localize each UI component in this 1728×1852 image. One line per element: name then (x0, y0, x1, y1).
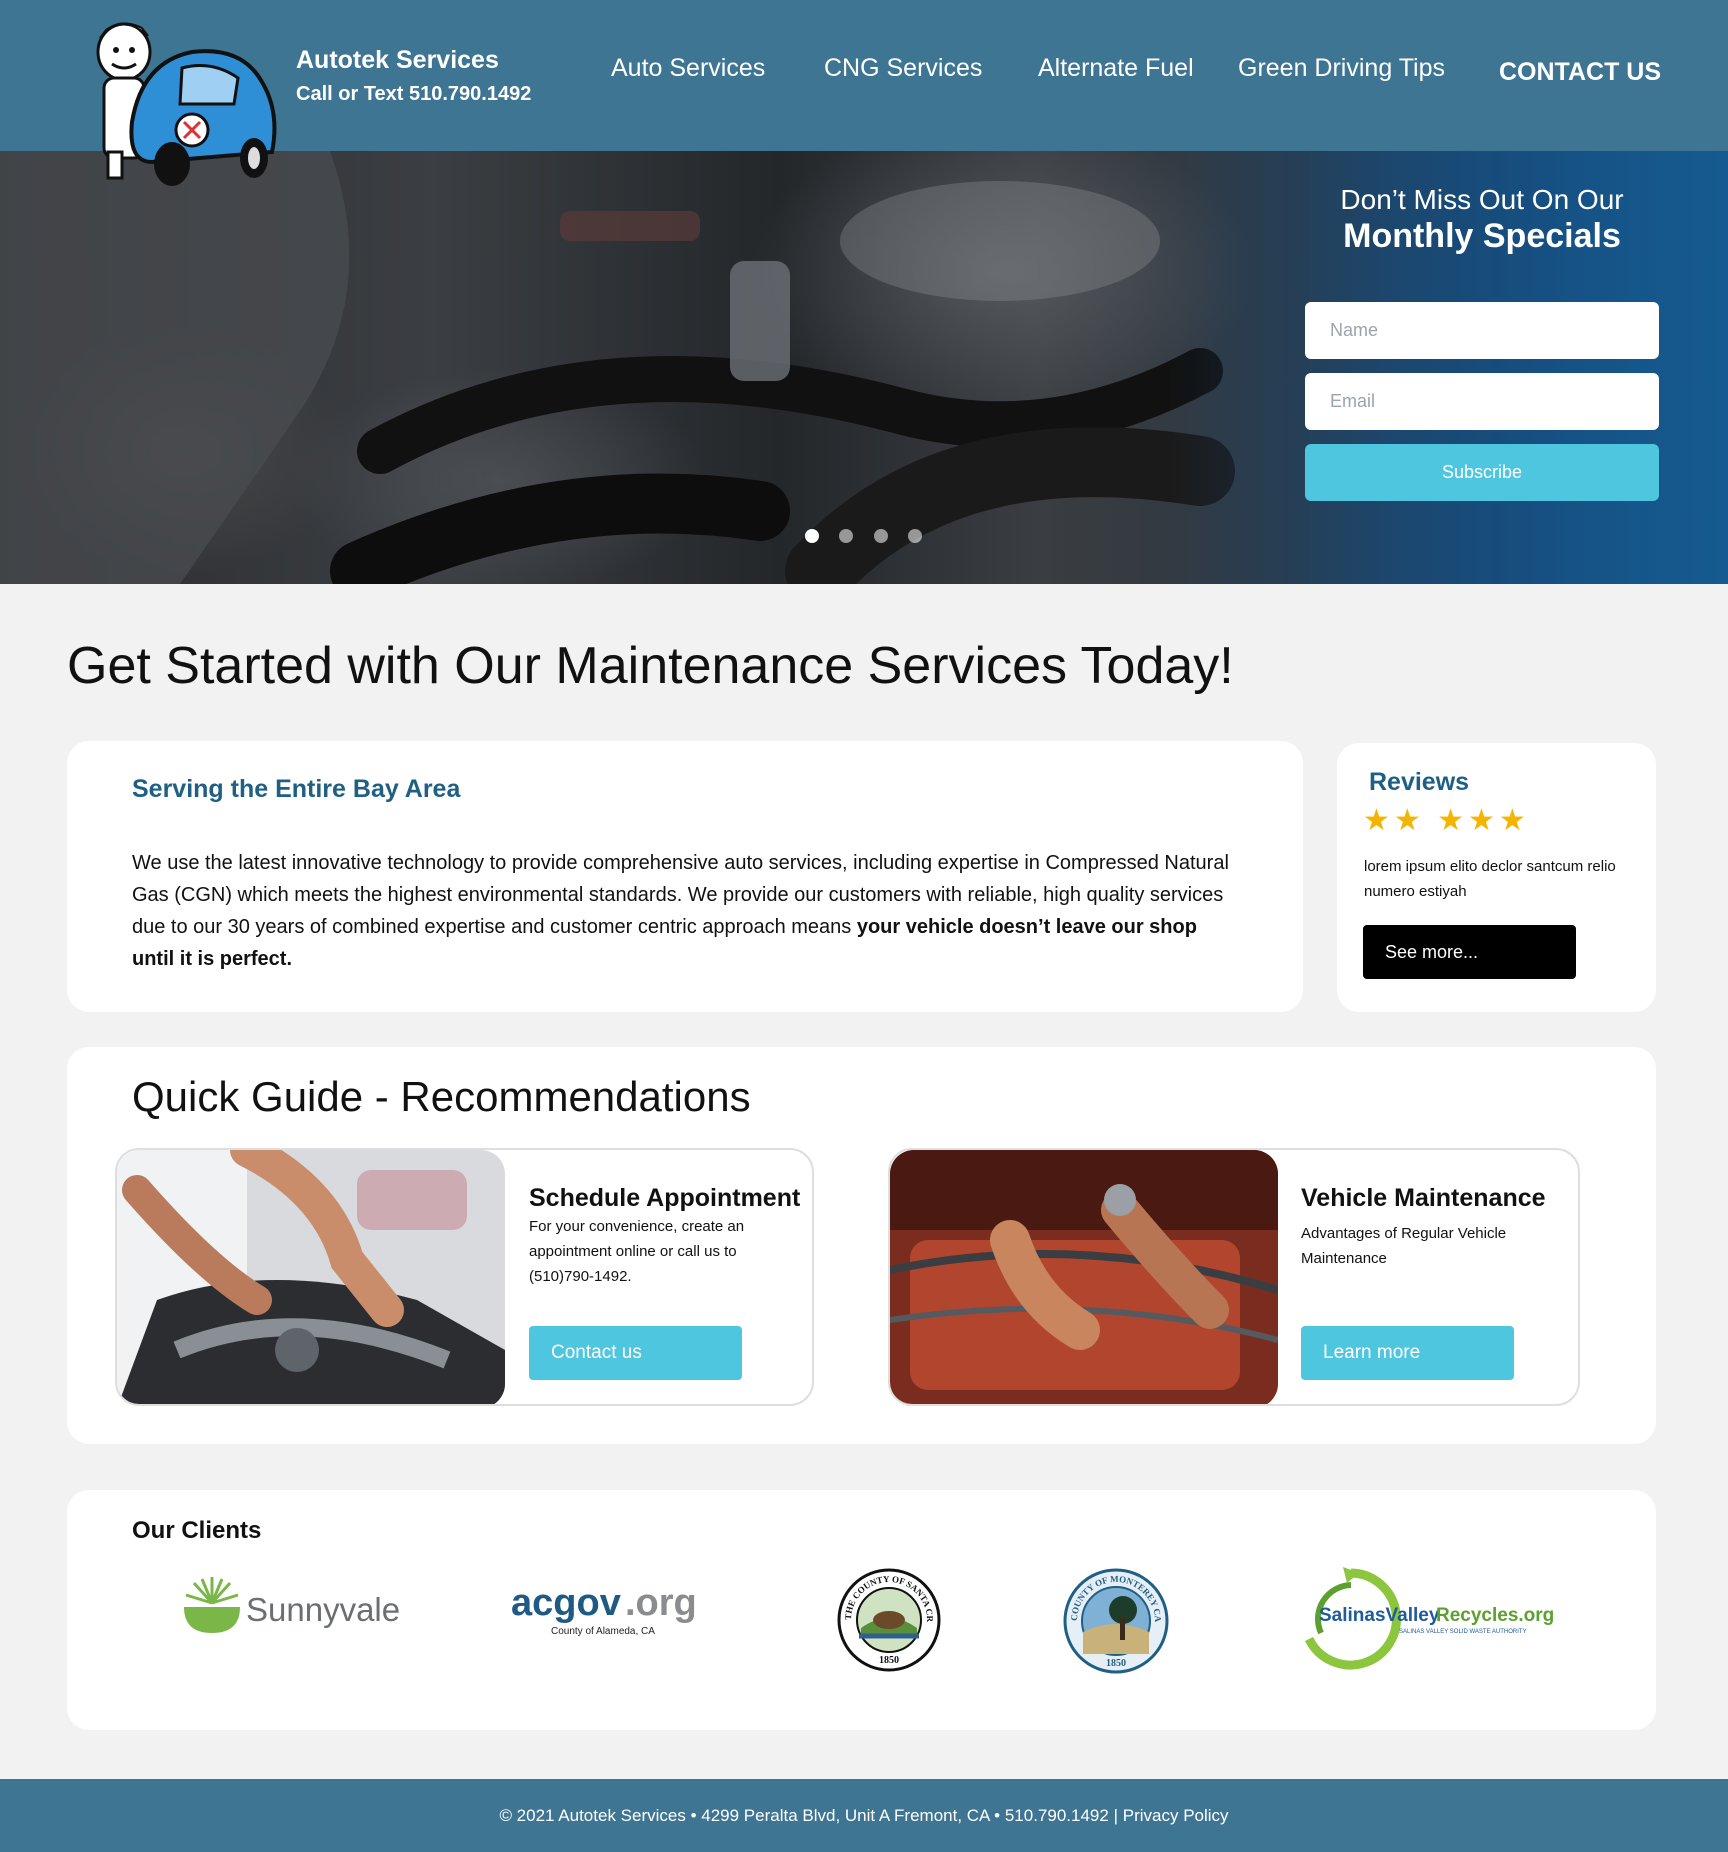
clients-title: Our Clients (132, 1517, 262, 1544)
clients-section: Our Clients Sunnyvale acgov .org County … (67, 1490, 1656, 1730)
sunnyvale-logo-text: Sunnyvale (246, 1591, 401, 1628)
engine-repair-photo (890, 1150, 1278, 1404)
specials-title-line1: Don’t Miss Out On Our (1340, 184, 1624, 215)
hero-banner: Don’t Miss Out On Our Monthly Specials S… (0, 151, 1728, 584)
brand-phone[interactable]: Call or Text 510.790.1492 (296, 83, 531, 106)
schedule-appointment-heading: Schedule Appointment (529, 1184, 801, 1212)
quick-guide-section: Quick Guide - Recommendations Schedule A… (67, 1047, 1656, 1444)
email-input[interactable] (1305, 373, 1659, 430)
page-title: Get Started with Our Maintenance Service… (67, 637, 1234, 695)
nav-contact-us[interactable]: CONTACT US (1499, 58, 1661, 87)
salinas-logo-text-b: Recycles.org (1436, 1605, 1555, 1626)
santa-cruz-seal-logo[interactable]: THE COUNTY OF SANTA CRUZ 1850 (834, 1560, 941, 1672)
star-rating-icon: ★★ ★★★ (1363, 804, 1530, 837)
schedule-appointment-card: Schedule Appointment For your convenienc… (115, 1148, 814, 1406)
reviews-card: Reviews ★★ ★★★ lorem ipsum elito declor … (1337, 743, 1656, 1012)
subscribe-button[interactable]: Subscribe (1305, 444, 1659, 501)
santa-cruz-seal-year: 1850 (879, 1655, 899, 1666)
quick-guide-title: Quick Guide - Recommendations (132, 1073, 751, 1120)
mascot-logo-icon[interactable] (62, 12, 282, 187)
acgov-logo[interactable]: acgov .org County of Alameda, CA (511, 1582, 711, 1642)
vehicle-maintenance-heading: Vehicle Maintenance (1301, 1184, 1546, 1212)
footer-separator: | (1113, 1806, 1118, 1825)
reviews-title: Reviews (1369, 768, 1470, 796)
sunnyvale-logo[interactable]: Sunnyvale (182, 1575, 400, 1639)
site-header: Autotek Services Call or Text 510.790.14… (0, 0, 1728, 186)
contact-us-button[interactable]: Contact us (529, 1326, 742, 1380)
privacy-policy-link[interactable]: Privacy Policy (1123, 1806, 1229, 1825)
salinas-valley-recycles-logo[interactable]: SalinasValley Recycles.org Salinas Valle… (1299, 1567, 1554, 1671)
vehicle-maintenance-text: Advantages of Regular Vehicle Maintenanc… (1301, 1225, 1507, 1267)
brand-name[interactable]: Autotek Services (296, 46, 531, 75)
site-footer: © 2021 Autotek Services • 4299 Peralta B… (0, 1779, 1728, 1852)
nav-alternate-fuel[interactable]: Alternate Fuel (1038, 54, 1194, 83)
carousel-dot-4[interactable] (908, 529, 922, 543)
see-more-button[interactable]: See more... (1363, 925, 1576, 979)
mechanic-engine-photo (117, 1150, 505, 1404)
sun-icon (184, 1577, 240, 1633)
monterey-seal-year: 1850 (1106, 1658, 1126, 1669)
acgov-logo-subtitle: County of Alameda, CA (551, 1626, 655, 1637)
brand-block: Autotek Services Call or Text 510.790.14… (296, 46, 531, 106)
salinas-logo-text-a: SalinasValley (1319, 1605, 1440, 1626)
acgov-logo-main: acgov (511, 1582, 621, 1624)
carousel-dot-2[interactable] (839, 529, 853, 543)
carousel-dot-3[interactable] (874, 529, 888, 543)
intro-title: Serving the Entire Bay Area (132, 775, 461, 803)
nav-green-driving-tips[interactable]: Green Driving Tips (1238, 54, 1445, 83)
intro-text: We use the latest innovative technology … (132, 847, 1242, 975)
learn-more-button[interactable]: Learn more (1301, 1326, 1514, 1380)
monterey-seal-logo[interactable]: COUNTY OF MONTEREY CALIFORNIA 1850 (1059, 1560, 1169, 1674)
carousel-dot-1[interactable] (805, 529, 819, 543)
footer-copyright: © 2021 Autotek Services • 4299 Peralta B… (499, 1806, 1109, 1825)
schedule-appointment-text: For your convenience, create an appointm… (529, 1218, 745, 1285)
name-input[interactable] (1305, 302, 1659, 359)
specials-title-line2: Monthly Specials (1343, 217, 1621, 255)
intro-card: Serving the Entire Bay Area We use the l… (67, 741, 1303, 1012)
reviews-text: lorem ipsum elito declor santcum relio n… (1364, 858, 1616, 900)
nav-auto-services[interactable]: Auto Services (611, 54, 765, 83)
nav-cng-services[interactable]: CNG Services (824, 54, 982, 83)
acgov-logo-tld: .org (625, 1582, 697, 1624)
salinas-logo-subtitle: Salinas Valley Solid Waste Authority (1399, 1629, 1527, 1635)
vehicle-maintenance-card: Vehicle Maintenance Advantages of Regula… (888, 1148, 1580, 1406)
